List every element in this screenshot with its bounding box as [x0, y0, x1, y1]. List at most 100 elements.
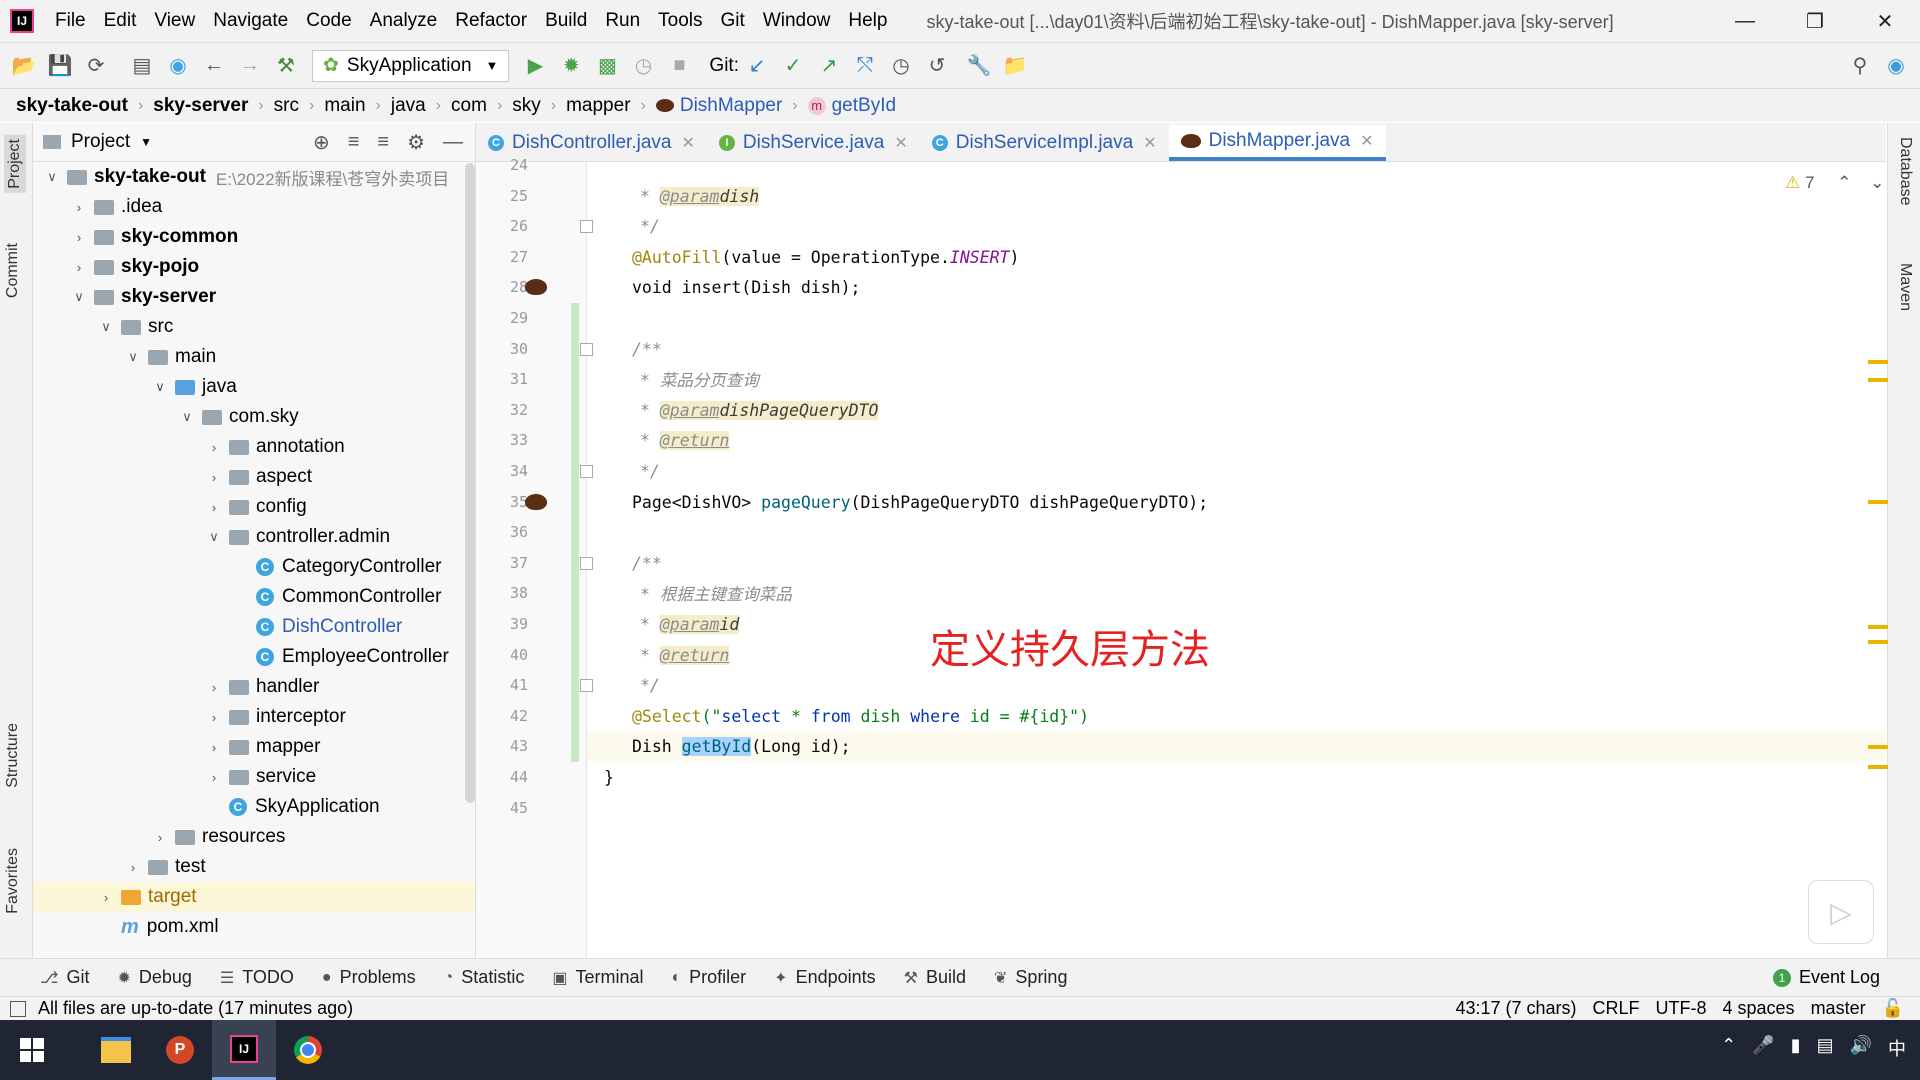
- chevron-right-icon[interactable]: ›: [205, 740, 223, 755]
- tree-node[interactable]: C DishController: [33, 612, 475, 642]
- tree-node[interactable]: ∨ java: [33, 372, 475, 402]
- forward-icon[interactable]: →: [232, 48, 268, 84]
- chevron-right-icon[interactable]: ›: [97, 890, 115, 905]
- chevron-down-icon[interactable]: ∨: [43, 169, 61, 185]
- chevron-right-icon[interactable]: ›: [205, 470, 223, 485]
- warning-marker[interactable]: [1868, 378, 1888, 382]
- fold-marker-icon[interactable]: [580, 465, 593, 478]
- tab-favorites[interactable]: Favorites: [4, 848, 22, 914]
- chevron-right-icon[interactable]: ›: [205, 500, 223, 515]
- tree-node[interactable]: › sky-pojo: [33, 252, 475, 282]
- breadcrumb-item[interactable]: getById: [832, 95, 896, 117]
- tree-node[interactable]: ∨ main: [33, 342, 475, 372]
- breadcrumb-item[interactable]: sky-server: [153, 95, 248, 117]
- mybatis-bean-gutter-icon[interactable]: [525, 279, 547, 295]
- breadcrumb-item[interactable]: src: [274, 95, 299, 117]
- tree-node[interactable]: › target: [33, 882, 475, 912]
- microphone-icon[interactable]: 🎤: [1752, 1035, 1774, 1061]
- tree-node[interactable]: ∨ sky-take-out E:\2022新版课程\苍穹外卖项目: [33, 162, 475, 192]
- locate-icon[interactable]: ⊕: [313, 130, 330, 155]
- run-configuration-select[interactable]: ✿ SkyApplication ▼: [312, 49, 510, 82]
- chevron-right-icon[interactable]: ›: [205, 770, 223, 785]
- file-encoding[interactable]: UTF-8: [1656, 998, 1707, 1019]
- run-icon[interactable]: ▶: [517, 48, 553, 84]
- build-hammer-icon[interactable]: ⚒: [268, 48, 304, 84]
- settings-wrench-icon[interactable]: 🔧: [961, 48, 997, 84]
- windows-start-icon[interactable]: [0, 1020, 64, 1080]
- git-update-icon[interactable]: ↙: [739, 48, 775, 84]
- hide-icon[interactable]: —: [443, 131, 463, 154]
- tree-node[interactable]: › aspect: [33, 462, 475, 492]
- tree-node[interactable]: › .idea: [33, 192, 475, 222]
- warning-marker[interactable]: [1868, 625, 1888, 629]
- tool-window-build[interactable]: ⚒ Build: [904, 967, 966, 988]
- restore-icon[interactable]: ❐: [1780, 0, 1850, 42]
- tree-node[interactable]: ∨ sky-server: [33, 282, 475, 312]
- breadcrumb-item[interactable]: main: [324, 95, 365, 117]
- git-commit-icon[interactable]: ✓: [775, 48, 811, 84]
- tool-window-terminal[interactable]: ▣ Terminal: [552, 967, 643, 988]
- file-explorer-icon[interactable]: [84, 1020, 148, 1080]
- tool-window-problems[interactable]: ● Problems: [322, 967, 416, 988]
- tool-window-debug[interactable]: ✹ Debug: [117, 967, 191, 988]
- caret-position[interactable]: 43:17 (7 chars): [1455, 998, 1576, 1019]
- git-push-icon[interactable]: ↗: [811, 48, 847, 84]
- search-icon[interactable]: ⚲: [1842, 48, 1878, 84]
- chevron-right-icon[interactable]: ›: [205, 710, 223, 725]
- chevron-down-icon[interactable]: ▼: [140, 135, 152, 149]
- tree-node[interactable]: C CommonController: [33, 582, 475, 612]
- expand-all-icon[interactable]: ≡: [348, 131, 360, 154]
- tree-node[interactable]: › mapper: [33, 732, 475, 762]
- profile-icon[interactable]: ◷: [625, 48, 661, 84]
- chevron-down-icon[interactable]: ∨: [124, 349, 142, 365]
- chevron-down-icon[interactable]: ∨: [70, 289, 88, 305]
- git-branch[interactable]: master: [1811, 998, 1866, 1019]
- menu-tools[interactable]: Tools: [649, 10, 711, 32]
- gear-icon[interactable]: ⚙: [407, 130, 425, 155]
- menu-run[interactable]: Run: [596, 10, 649, 32]
- input-method[interactable]: 中: [1888, 1035, 1906, 1061]
- chevron-right-icon[interactable]: ›: [205, 440, 223, 455]
- debug-icon[interactable]: ✹: [553, 48, 589, 84]
- project-structure-folder-icon[interactable]: 📁: [997, 48, 1033, 84]
- tree-node[interactable]: › test: [33, 852, 475, 882]
- indent-setting[interactable]: 4 spaces: [1723, 998, 1795, 1019]
- git-history-icon[interactable]: ◷: [883, 48, 919, 84]
- chevron-right-icon[interactable]: ›: [151, 830, 169, 845]
- tree-node[interactable]: › annotation: [33, 432, 475, 462]
- jetbrains-toolbox-icon[interactable]: ◉: [1878, 48, 1914, 84]
- breadcrumb-item[interactable]: mapper: [566, 95, 630, 117]
- play-button-icon[interactable]: ▷: [1808, 880, 1874, 944]
- menu-view[interactable]: View: [145, 10, 204, 32]
- tree-node[interactable]: › sky-common: [33, 222, 475, 252]
- warning-marker[interactable]: [1868, 500, 1888, 504]
- chrome-icon[interactable]: [276, 1020, 340, 1080]
- tool-window-git[interactable]: ⎇ Git: [40, 967, 89, 988]
- status-toggle-icon[interactable]: [10, 1000, 26, 1017]
- mybatis-bean-gutter-icon[interactable]: [525, 494, 547, 510]
- class-icon[interactable]: ◉: [160, 48, 196, 84]
- chevron-right-icon[interactable]: ›: [70, 200, 88, 215]
- breadcrumb-item[interactable]: DishMapper: [680, 95, 782, 117]
- inspection-widget[interactable]: ⚠ 7 ⌃ ⌄: [1785, 173, 1884, 193]
- tab-commit[interactable]: Commit: [4, 243, 22, 298]
- network-icon[interactable]: ▤: [1817, 1035, 1834, 1061]
- save-icon[interactable]: 💾: [42, 48, 78, 84]
- project-structure-icon[interactable]: ▤: [124, 48, 160, 84]
- chevron-right-icon[interactable]: ›: [205, 680, 223, 695]
- tool-window-statistic[interactable]: ◔ Statistic: [444, 967, 525, 988]
- tree-node[interactable]: ∨ controller.admin: [33, 522, 475, 552]
- tab-dishserviceimpl[interactable]: C DishServiceImpl.java ✕: [920, 125, 1169, 161]
- tree-node[interactable]: › handler: [33, 672, 475, 702]
- git-merge-icon[interactable]: ⤲: [847, 48, 883, 84]
- breadcrumb-item[interactable]: sky-take-out: [16, 95, 128, 117]
- chevron-up-icon[interactable]: ⌃: [1721, 1035, 1736, 1061]
- close-tab-icon[interactable]: ✕: [1143, 133, 1156, 153]
- breadcrumb-item[interactable]: com: [451, 95, 487, 117]
- event-log-button[interactable]: 1 Event Log: [1772, 967, 1880, 988]
- chevron-down-icon[interactable]: ∨: [151, 379, 169, 395]
- chevron-right-icon[interactable]: ›: [124, 860, 142, 875]
- warning-marker[interactable]: [1868, 765, 1888, 769]
- sync-icon[interactable]: ⟳: [78, 48, 114, 84]
- fold-marker-icon[interactable]: [580, 220, 593, 233]
